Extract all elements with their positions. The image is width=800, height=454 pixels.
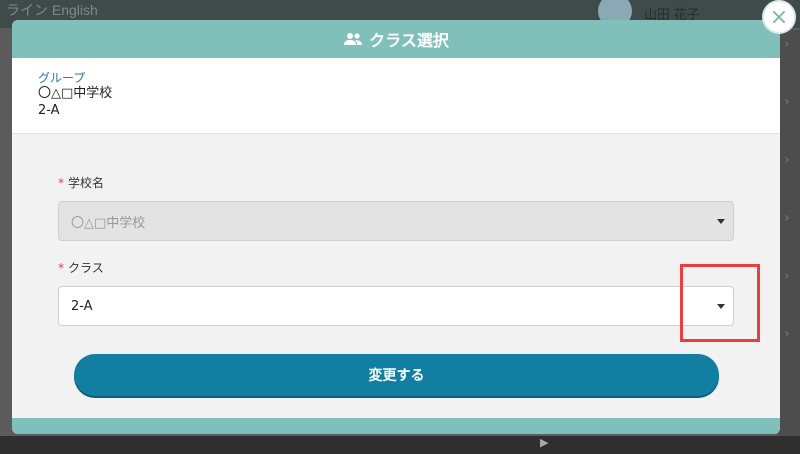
class-select-value: 2-A [71, 298, 93, 314]
required-mark: * [58, 261, 64, 275]
class-select[interactable]: 2-A [58, 286, 734, 326]
group-label: グループ [38, 71, 86, 85]
class-label-text: クラス [68, 261, 104, 275]
chevron-down-icon [717, 219, 725, 224]
class-select-modal: クラス選択 グループ 〇△□中学校 2-A * 学校名 〇△□中学校 * クラス 2… [12, 20, 780, 434]
background-topbar-text: ライン English [6, 2, 98, 18]
class-field-label: * クラス [58, 259, 734, 276]
highlight-box [680, 264, 760, 342]
required-mark: * [58, 176, 64, 190]
background-right-strip: › › › › › › [778, 30, 800, 450]
chevron-icon: › [784, 210, 790, 226]
chevron-icon: › [784, 94, 790, 110]
school-label-text: 学校名 [68, 176, 105, 190]
background-play-hint: ▶ [540, 436, 549, 449]
group-school: 〇△□中学校 [38, 86, 113, 101]
current-group: グループ 〇△□中学校 2-A [12, 58, 780, 134]
modal-title: クラス選択 [369, 31, 449, 50]
change-button[interactable]: 変更する [74, 354, 719, 396]
school-select: 〇△□中学校 [58, 201, 734, 241]
school-field-label: * 学校名 [58, 174, 734, 191]
class-form: * 学校名 〇△□中学校 * クラス 2-A 変更する [12, 174, 780, 396]
close-icon[interactable]: × [762, 0, 796, 34]
modal-footer [12, 418, 780, 434]
chevron-icon: › [784, 36, 790, 52]
school-select-value: 〇△□中学校 [71, 215, 146, 231]
chevron-icon: › [784, 152, 790, 168]
users-icon [343, 32, 363, 46]
modal-header: クラス選択 [12, 20, 780, 58]
chevron-icon: › [784, 326, 790, 342]
chevron-icon: › [784, 268, 790, 284]
background-bottom-bar: ▶ [0, 436, 800, 454]
group-class: 2-A [38, 103, 60, 118]
